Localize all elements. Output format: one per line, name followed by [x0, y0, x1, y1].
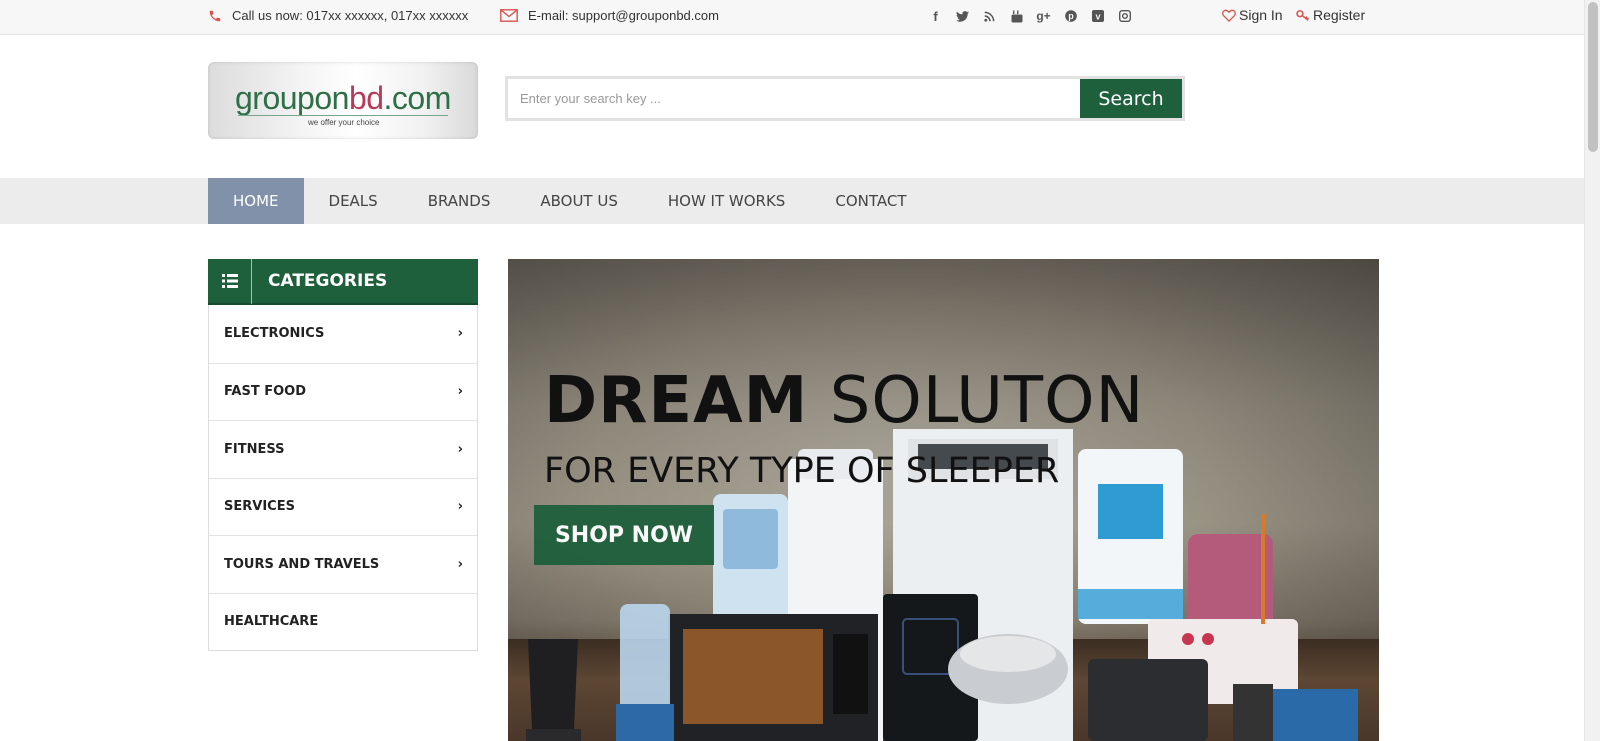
register-label: Register	[1313, 7, 1366, 23]
logo-rule	[238, 115, 448, 116]
search-input[interactable]	[508, 79, 1080, 118]
phone-text: Call us now: 017xx xxxxxx, 017xx xxxxxx	[232, 8, 469, 23]
nav-contact[interactable]: CONTACT	[810, 178, 931, 224]
category-fast-food[interactable]: FAST FOOD ›	[209, 362, 477, 421]
youtube-icon[interactable]	[1003, 6, 1030, 26]
logo-wordmark: grouponbd.com	[235, 80, 451, 116]
main-nav: HOME DEALS BRANDS ABOUT US HOW IT WORKS …	[208, 178, 931, 224]
scrollbar-thumb[interactable]	[1588, 2, 1598, 152]
email-contact: E-mail: support@grouponbd.com	[500, 8, 719, 23]
page-scrollbar[interactable]	[1584, 0, 1600, 741]
category-label: TOURS AND TRAVELS	[224, 556, 380, 572]
chevron-right-icon: ›	[457, 499, 463, 515]
chevron-right-icon: ›	[457, 326, 463, 342]
category-label: FITNESS	[224, 441, 285, 457]
categories-title: CATEGORIES	[268, 271, 388, 291]
banner-headline: DREAM SOLUTON	[544, 364, 1145, 438]
nav-brands[interactable]: BRANDS	[403, 178, 516, 224]
search-bar: Search	[505, 76, 1185, 121]
chevron-right-icon: ›	[457, 556, 463, 572]
categories-list: ELECTRONICS › FAST FOOD › FITNESS › SERV…	[208, 305, 478, 651]
twitter-icon[interactable]	[949, 6, 976, 26]
category-label: FAST FOOD	[224, 384, 306, 400]
sign-in-link[interactable]: Sign In	[1222, 7, 1283, 23]
search-button[interactable]: Search	[1080, 79, 1182, 118]
sign-in-label: Sign In	[1239, 7, 1283, 23]
chevron-right-icon: ›	[457, 384, 463, 400]
facebook-icon[interactable]: f	[922, 6, 949, 26]
main-nav-bar: HOME DEALS BRANDS ABOUT US HOW IT WORKS …	[0, 178, 1584, 224]
svg-text:v: v	[1095, 11, 1100, 21]
shop-now-button[interactable]: SHOP NOW	[534, 505, 714, 565]
nav-about-us[interactable]: ABOUT US	[515, 178, 643, 224]
instagram-icon[interactable]	[1111, 6, 1138, 26]
category-label: HEALTHCARE	[224, 614, 319, 630]
category-label: ELECTRONICS	[224, 326, 325, 342]
hero-banner[interactable]: DREAM SOLUTON FOR EVERY TYPE OF SLEEPER …	[508, 259, 1379, 741]
category-label: SERVICES	[224, 499, 295, 515]
categories-header[interactable]: CATEGORIES	[208, 258, 478, 305]
category-electronics[interactable]: ELECTRONICS ›	[209, 305, 477, 363]
phone-icon	[208, 9, 222, 23]
category-tours-and-travels[interactable]: TOURS AND TRAVELS ›	[209, 535, 477, 593]
phone-contact: Call us now: 017xx xxxxxx, 017xx xxxxxx	[208, 8, 468, 23]
list-icon	[208, 258, 252, 304]
nav-how-it-works[interactable]: HOW IT WORKS	[643, 178, 810, 224]
google-plus-icon[interactable]: g+	[1030, 6, 1057, 26]
envelope-icon	[500, 9, 518, 22]
chevron-right-icon: ›	[457, 441, 463, 457]
category-services[interactable]: SERVICES ›	[209, 477, 477, 536]
banner-subheadline: FOR EVERY TYPE OF SLEEPER	[544, 451, 1060, 491]
social-links: f g+ p v	[922, 6, 1138, 26]
category-healthcare[interactable]: HEALTHCARE	[209, 592, 477, 651]
logo-tagline: we offer your choice	[308, 118, 380, 127]
heart-icon	[1222, 9, 1236, 22]
nav-deals[interactable]: DEALS	[304, 178, 403, 224]
key-icon	[1296, 9, 1310, 22]
register-link[interactable]: Register	[1296, 7, 1365, 23]
rss-icon[interactable]	[976, 6, 1003, 26]
category-fitness[interactable]: FITNESS ›	[209, 420, 477, 478]
vimeo-icon[interactable]: v	[1084, 6, 1111, 26]
svg-text:p: p	[1068, 11, 1074, 21]
pinterest-icon[interactable]: p	[1057, 6, 1084, 26]
email-text[interactable]: E-mail: support@grouponbd.com	[528, 8, 719, 23]
site-logo[interactable]: grouponbd.com we offer your choice	[208, 62, 478, 139]
appliances-image	[526, 429, 1358, 741]
top-bar: Call us now: 017xx xxxxxx, 017xx xxxxxx …	[0, 0, 1584, 35]
nav-home[interactable]: HOME	[208, 178, 304, 224]
